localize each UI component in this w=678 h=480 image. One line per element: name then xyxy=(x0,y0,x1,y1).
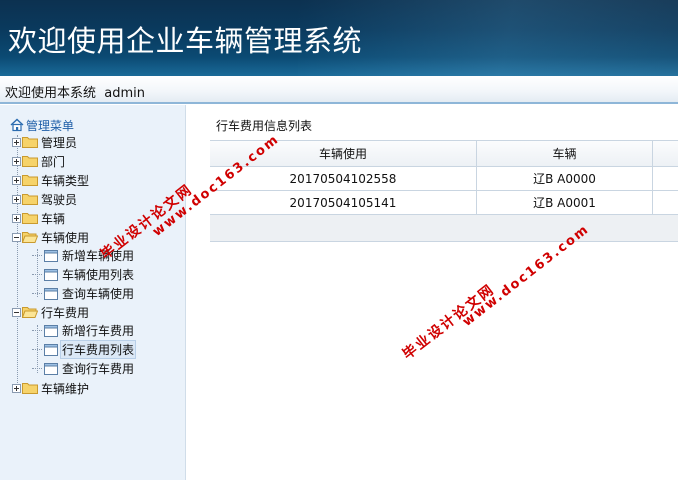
tree-connector xyxy=(32,274,42,275)
tree-node-driver[interactable]: 驾驶员 xyxy=(12,191,77,207)
tree-node-vehicle[interactable]: 车辆 xyxy=(12,210,65,226)
folder-icon xyxy=(22,137,38,148)
tree-node-vehicle-type[interactable]: 车辆类型 xyxy=(12,172,89,188)
folder-icon xyxy=(22,156,38,167)
tree-leaf-vehicle-usage-list[interactable]: 车辆使用列表 xyxy=(32,266,135,283)
home-icon xyxy=(10,118,24,132)
page-icon xyxy=(44,343,58,356)
tree-root-label: 管理菜单 xyxy=(26,118,75,133)
tree-node-label: 车辆类型 xyxy=(41,173,90,188)
page-icon xyxy=(44,362,58,375)
folder-icon xyxy=(22,213,38,224)
welcome-bar: 欢迎使用本系统 admin xyxy=(0,76,678,104)
tree-connector xyxy=(32,293,42,294)
expand-icon[interactable] xyxy=(12,137,21,147)
folder-icon xyxy=(22,383,38,394)
tree-root[interactable]: 管理菜单 xyxy=(10,117,74,133)
tree-leaf-label-selected: 行车费用列表 xyxy=(59,340,137,359)
page-icon xyxy=(44,249,58,262)
page-title: 行车费用信息列表 xyxy=(216,119,313,133)
table-cell: 辽B A0000 xyxy=(477,167,653,190)
tree-node-label: 车辆维护 xyxy=(41,381,90,396)
tree-leaf-query-driving-cost[interactable]: 查询行车费用 xyxy=(32,360,135,377)
page-icon xyxy=(44,268,58,281)
tree-leaf-driving-cost-list[interactable]: 行车费用列表 xyxy=(32,340,137,359)
folder-icon xyxy=(22,194,38,205)
tree-leaf-label: 车辆使用列表 xyxy=(62,268,135,282)
tree-leaf-label: 新增行车费用 xyxy=(62,324,135,338)
table-cell: 20170504105141 xyxy=(210,191,477,214)
grid-footer xyxy=(210,215,678,242)
tree-node-driving-cost[interactable]: 行车费用 xyxy=(12,304,89,320)
app-banner: 欢迎使用企业车辆管理系统 xyxy=(0,0,678,76)
tree-leaf-add-driving-cost[interactable]: 新增行车费用 xyxy=(32,322,135,339)
folder-icon xyxy=(22,175,38,186)
tree-node-label: 部门 xyxy=(41,154,66,169)
column-header-vehicle[interactable]: 车辆 xyxy=(477,141,653,166)
tree-leaf-query-vehicle-usage[interactable]: 查询车辆使用 xyxy=(32,285,135,302)
tree-connector xyxy=(32,368,42,369)
page-icon xyxy=(44,324,58,337)
welcome-text: 欢迎使用本系统 admin xyxy=(5,86,145,101)
data-grid: 车辆使用 车辆 20170504102558 辽B A0000 20170504… xyxy=(210,140,678,242)
tree-node-label: 行车费用 xyxy=(41,305,90,320)
tree-connector xyxy=(32,255,42,256)
main-content: 行车费用信息列表 车辆使用 车辆 20170504102558 辽B A0000… xyxy=(210,105,678,480)
tree-node-admin[interactable]: 管理员 xyxy=(12,134,77,150)
tree-leaf-label: 查询车辆使用 xyxy=(62,287,135,301)
collapse-icon[interactable] xyxy=(12,232,21,242)
tree-node-vehicle-maintenance[interactable]: 车辆维护 xyxy=(12,380,89,396)
tree-connector xyxy=(32,349,42,350)
tree-leaf-label: 查询行车费用 xyxy=(62,362,135,376)
tree-node-label: 驾驶员 xyxy=(41,192,78,207)
expand-icon[interactable] xyxy=(12,383,21,393)
expand-icon[interactable] xyxy=(12,175,21,185)
table-row[interactable]: 20170504105141 辽B A0001 xyxy=(210,191,678,215)
table-cell: 20170504102558 xyxy=(210,167,477,190)
open-folder-icon xyxy=(22,232,38,243)
tree-node-label: 车辆 xyxy=(41,211,66,226)
tree-node-department[interactable]: 部门 xyxy=(12,153,65,169)
table-cell xyxy=(653,167,678,190)
page-icon xyxy=(44,287,58,300)
tree-node-vehicle-usage[interactable]: 车辆使用 xyxy=(12,229,89,245)
app-title: 欢迎使用企业车辆管理系统 xyxy=(8,24,363,58)
expand-icon[interactable] xyxy=(12,156,21,166)
column-header-truncated[interactable] xyxy=(653,141,678,166)
open-folder-icon xyxy=(22,307,38,318)
tree-node-label: 管理员 xyxy=(41,135,78,150)
expand-icon[interactable] xyxy=(12,213,21,223)
table-cell: 辽B A0001 xyxy=(477,191,653,214)
table-cell xyxy=(653,191,678,214)
collapse-icon[interactable] xyxy=(12,307,21,317)
sidebar: 管理菜单 管理员 部门 车辆类型 驾驶员 车辆 车辆使用 新增车辆使用 车辆使用… xyxy=(0,105,186,480)
table-row[interactable]: 20170504102558 辽B A0000 xyxy=(210,167,678,191)
tree-connector xyxy=(32,330,42,331)
expand-icon[interactable] xyxy=(12,194,21,204)
tree-node-label: 车辆使用 xyxy=(41,230,90,245)
